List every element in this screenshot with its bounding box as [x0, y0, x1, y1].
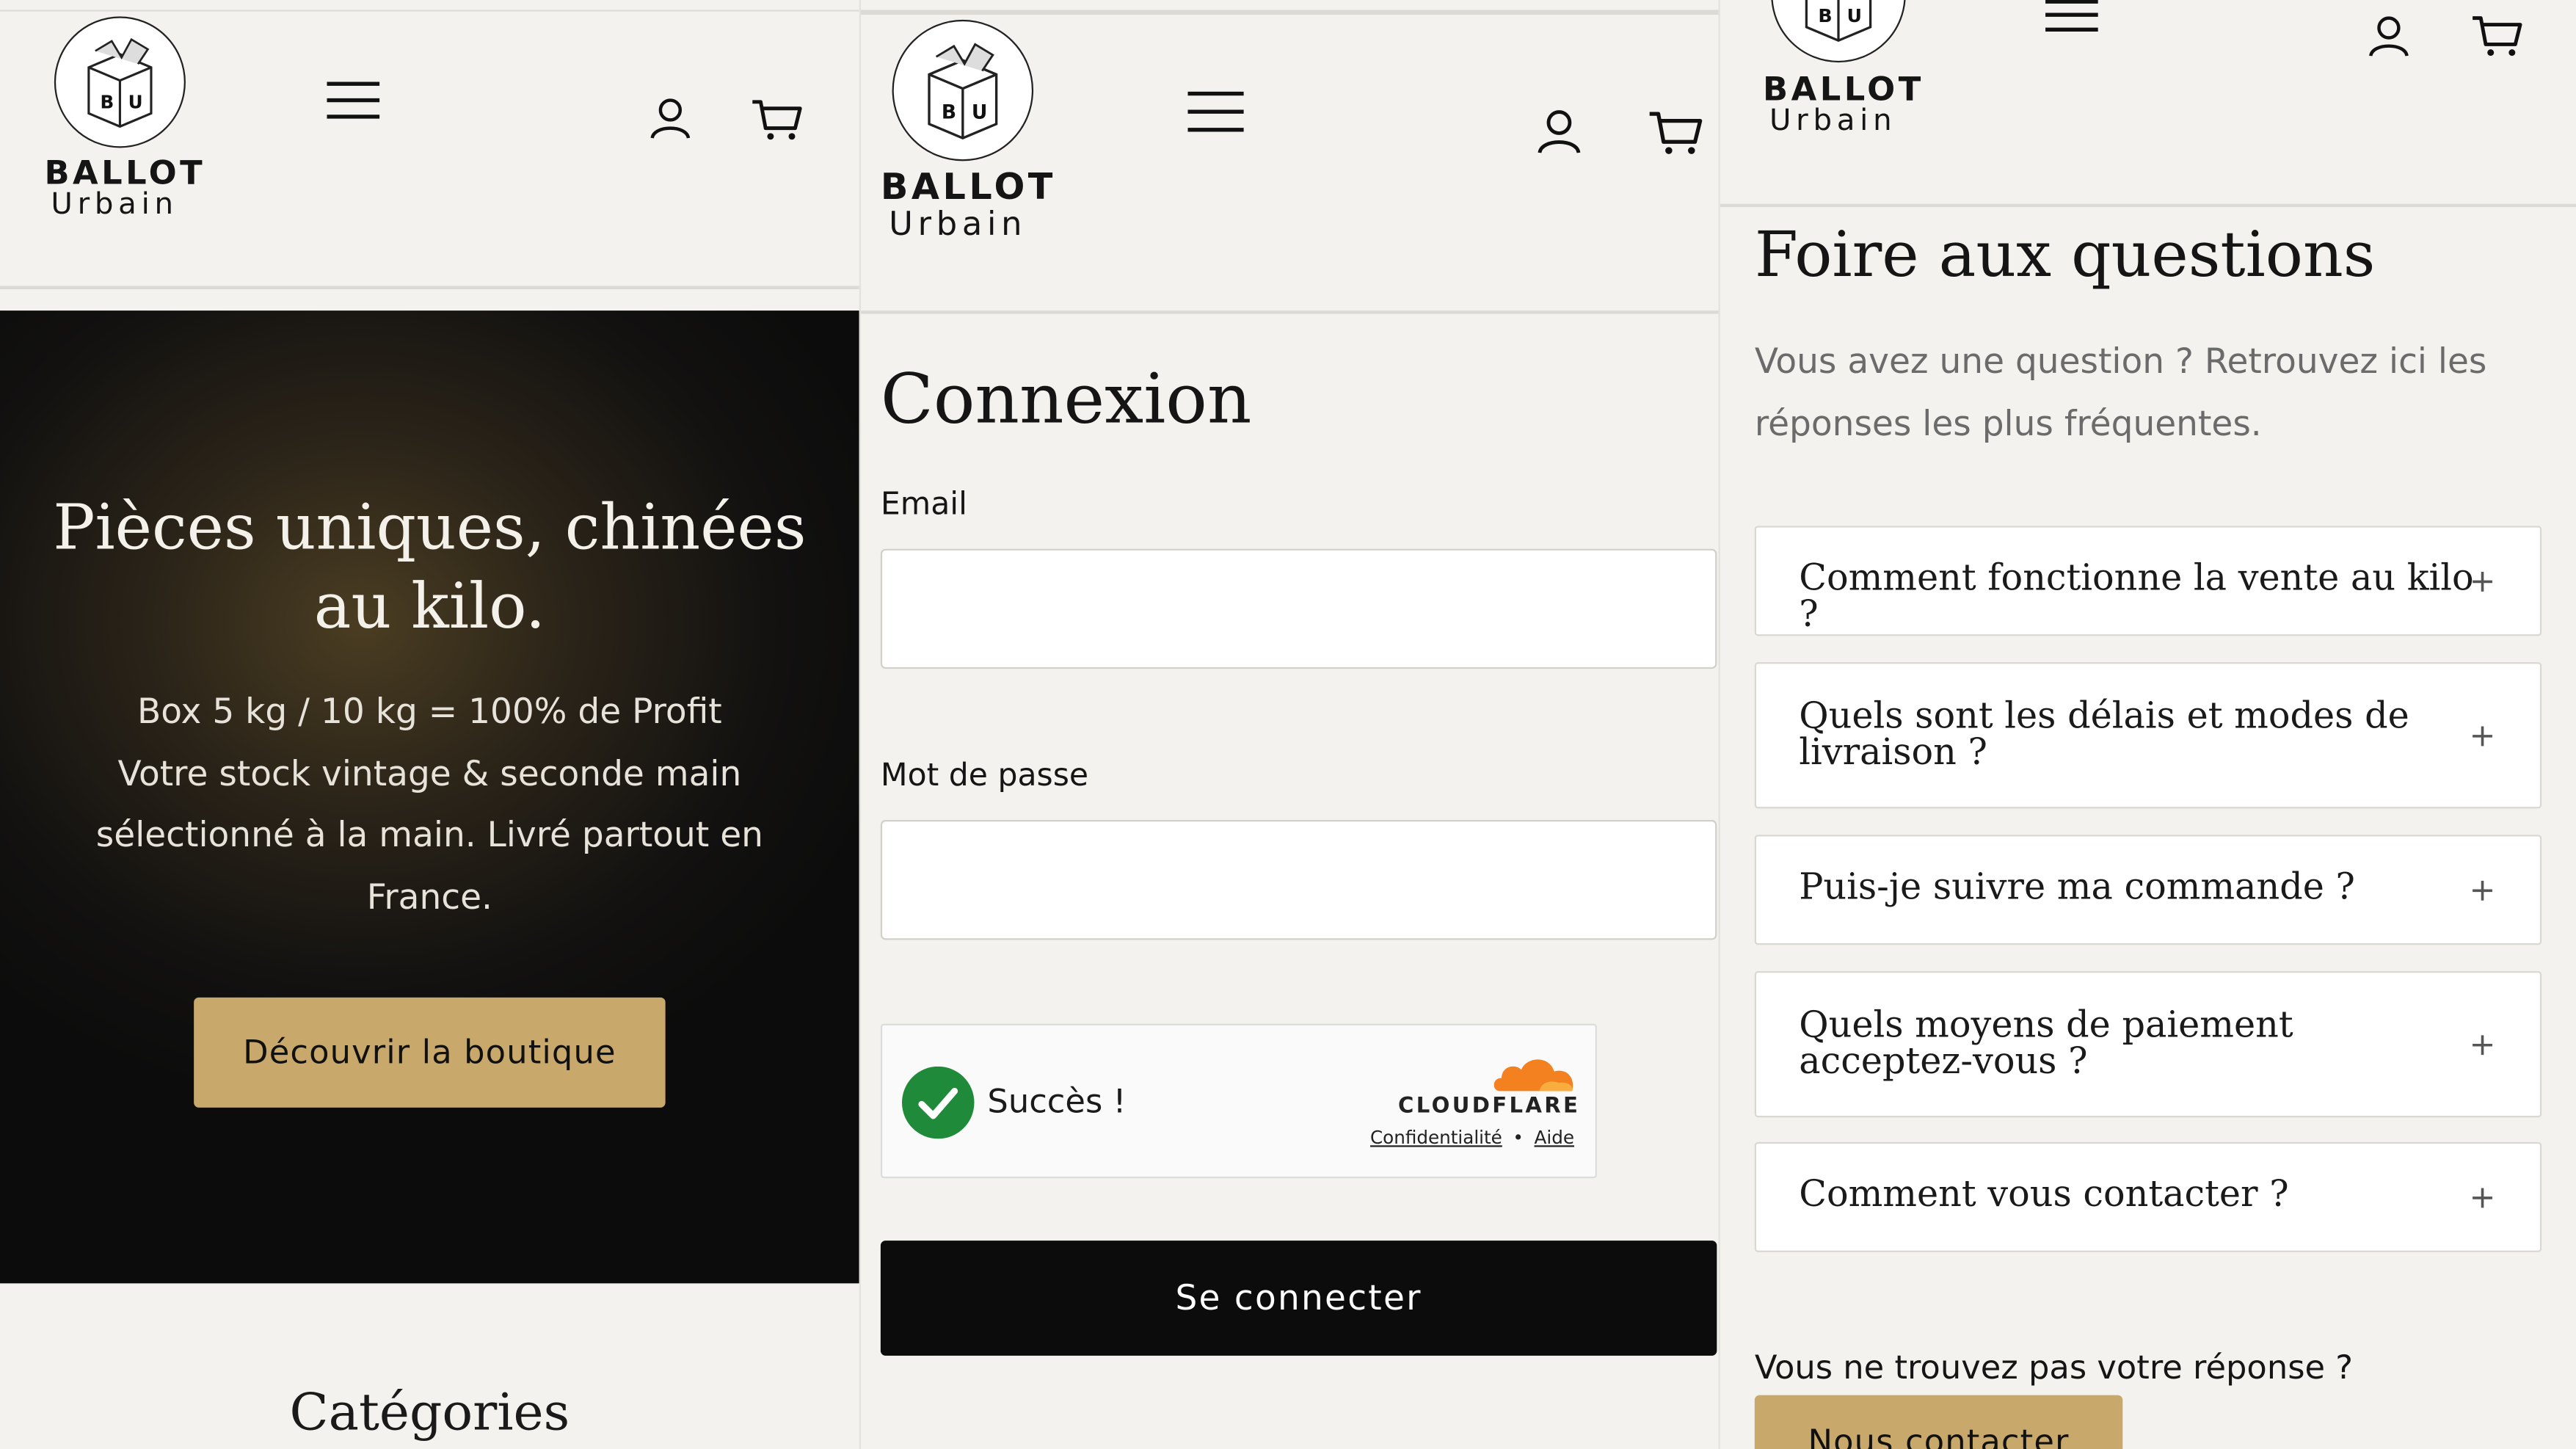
help-link[interactable]: Aide: [1535, 1127, 1574, 1149]
faq-item[interactable]: Quels moyens de paiement acceptez-vous ?: [1754, 971, 2542, 1118]
cloudflare-cloud-icon: [1493, 1059, 1573, 1092]
plus-icon: [2473, 1188, 2492, 1208]
hero-line-1: Box 5 kg / 10 kg = 100% de Profit: [137, 691, 722, 732]
panel-faq: B U BALLOT Urbain Foire aux questions Vo…: [1718, 0, 2576, 1449]
menu-icon[interactable]: [2044, 0, 2100, 33]
faq-question: Comment fonctionne la vente au kilo ?: [1799, 559, 2474, 636]
brand-name: BALLOT: [1763, 69, 1924, 109]
hero-banner: Pièces uniques, chinées au kilo. Box 5 k…: [0, 310, 859, 1284]
categories-title: Catégories: [289, 1383, 570, 1443]
brand-name: BALLOT: [880, 167, 1056, 209]
faq-question: Quels moyens de paiement acceptez-vous ?: [1799, 1006, 2293, 1083]
brand-name: BALLOT: [44, 153, 206, 192]
box-icon: B U: [928, 43, 998, 140]
header-divider: [861, 310, 1720, 314]
brand-subname: Urbain: [1769, 104, 1897, 139]
faq-item[interactable]: Comment fonctionne la vente au kilo ?: [1754, 526, 2542, 636]
password-label: Mot de passe: [880, 757, 1089, 794]
header-divider: [0, 286, 859, 289]
password-field[interactable]: [880, 820, 1717, 940]
panel-home: B U BALLOT Urbain Pièces uniques, chinée…: [0, 0, 859, 1449]
cloudflare-brand: CLOUDFLARE: [1398, 1094, 1581, 1119]
email-label: Email: [880, 486, 967, 523]
svg-text:B: B: [101, 92, 114, 113]
top-divider: [861, 10, 1720, 15]
brand-subname: Urbain: [51, 187, 178, 222]
plus-icon: [2473, 572, 2492, 592]
plus-icon: [2473, 1035, 2492, 1056]
plus-icon: [2473, 726, 2492, 747]
logo-badge: B U: [892, 19, 1034, 161]
hero-line-2: Votre stock vintage & seconde main sélec…: [95, 753, 763, 917]
captcha-status: Succès !: [987, 1081, 1127, 1121]
panel-login: B U BALLOT Urbain Connexion Email Mot de…: [859, 0, 1720, 1449]
brand-subname: Urbain: [889, 203, 1027, 244]
faq-question: Comment vous contacter ?: [1799, 1174, 2289, 1216]
plus-icon: [2473, 880, 2492, 901]
page-title: Foire aux questions: [1754, 218, 2376, 291]
privacy-link[interactable]: Confidentialité: [1370, 1127, 1502, 1149]
menu-icon[interactable]: [325, 81, 381, 120]
faq-question: Puis-je suivre ma commande ?: [1799, 867, 2355, 909]
link-separator: •: [1513, 1127, 1524, 1149]
login-button[interactable]: Se connecter: [880, 1241, 1717, 1356]
cart-icon[interactable]: [751, 97, 804, 143]
faq-item[interactable]: Quels sont les délais et modes de livrai…: [1754, 662, 2542, 809]
account-icon[interactable]: [1538, 109, 1581, 155]
faq-intro: Vous avez une question ? Retrouvez ici l…: [1754, 341, 2487, 443]
not-found-text: Vous ne trouvez pas votre réponse ?: [1754, 1347, 2354, 1387]
faq-item[interactable]: Comment vous contacter ?: [1754, 1141, 2542, 1252]
page-title: Connexion: [880, 358, 1252, 439]
captcha-widget[interactable]: Succès ! CLOUDFLARE Confidentialité • Ai…: [880, 1023, 1597, 1179]
faq-item[interactable]: Puis-je suivre ma commande ?: [1754, 835, 2542, 945]
top-divider: [0, 10, 859, 12]
captcha-links: Confidentialité • Aide: [1370, 1127, 1574, 1149]
discover-shop-button[interactable]: Découvrir la boutique: [194, 997, 666, 1108]
cart-icon[interactable]: [2471, 13, 2524, 59]
svg-text:U: U: [128, 92, 143, 113]
svg-text:U: U: [1847, 5, 1862, 26]
checkmark-icon: [901, 1066, 975, 1139]
header-divider: [1720, 203, 2576, 208]
hero-text: Box 5 kg / 10 kg = 100% de Profit Votre …: [49, 682, 809, 929]
hero-title: Pièces uniques, chinées au kilo.: [53, 491, 807, 643]
svg-text:B: B: [1818, 5, 1832, 26]
box-icon: B U: [1805, 0, 1872, 43]
screenshot-stage: B U BALLOT Urbain Pièces uniques, chinée…: [0, 0, 2576, 1449]
box-icon: B U: [87, 37, 153, 128]
svg-text:B: B: [942, 101, 956, 124]
account-icon[interactable]: [2369, 15, 2409, 57]
logo-badge: B U: [1771, 0, 1906, 63]
menu-icon[interactable]: [1186, 90, 1245, 133]
faq-question: Quels sont les délais et modes de livrai…: [1799, 697, 2409, 774]
logo-badge: B U: [54, 16, 186, 148]
cart-icon[interactable]: [1648, 109, 1703, 158]
contact-button[interactable]: Nous contacter: [1754, 1395, 2123, 1449]
account-icon[interactable]: [650, 97, 691, 139]
email-field[interactable]: [880, 548, 1717, 669]
svg-text:U: U: [972, 101, 988, 124]
